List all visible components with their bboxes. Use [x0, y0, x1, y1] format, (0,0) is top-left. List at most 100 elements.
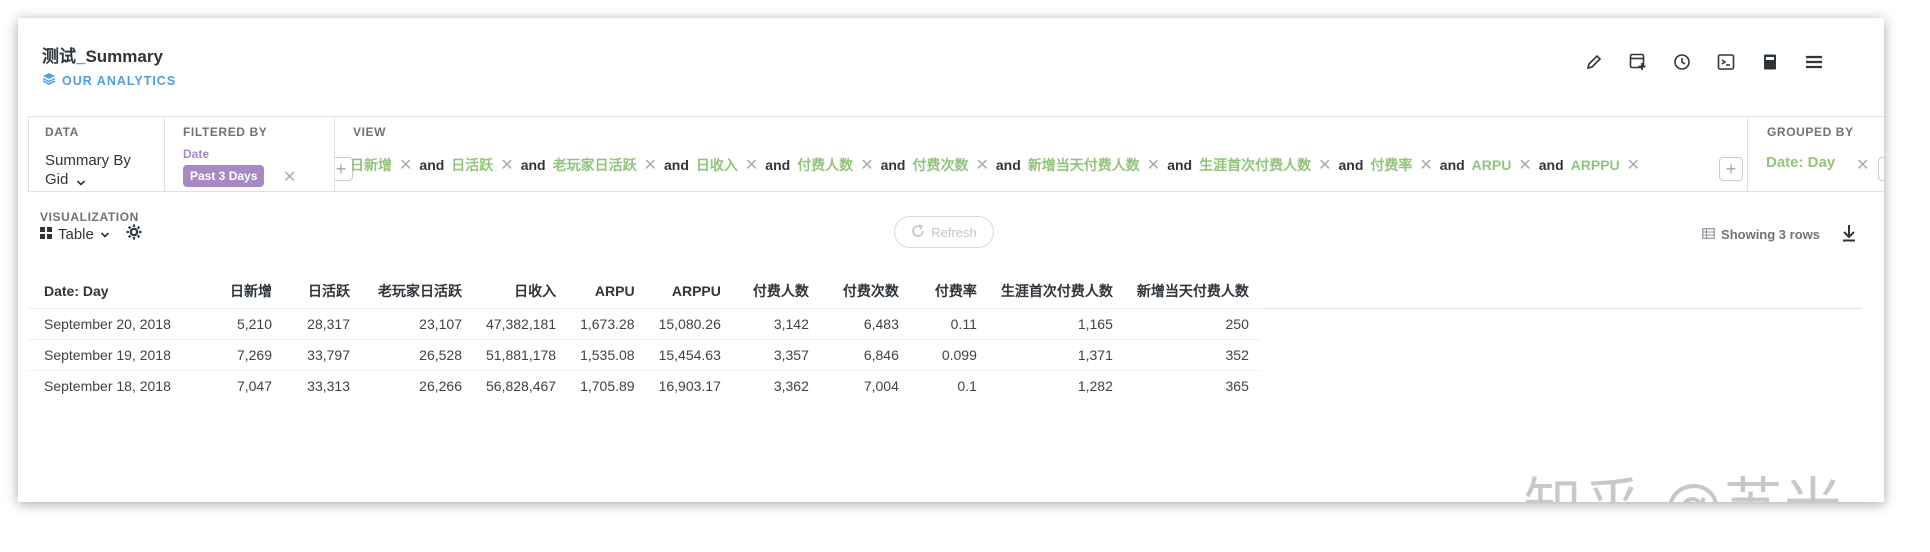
table-cell[interactable]: 47,382,181	[474, 308, 569, 340]
table-cell[interactable]: 3,362	[732, 370, 821, 401]
grouped-section: GROUPED BY Date: Day ✕ +	[1747, 117, 1884, 191]
and-connector: and	[419, 157, 445, 173]
metric-7[interactable]: 生涯首次付费人数	[1199, 155, 1311, 175]
column-header[interactable]: 新增当天付费人数	[1125, 274, 1261, 309]
pencil-icon[interactable]	[1584, 52, 1604, 72]
column-header[interactable]: ARPPU	[647, 274, 733, 309]
column-header[interactable]: 老玩家日活跃	[362, 274, 474, 309]
table-cell[interactable]: 15,080.26	[646, 308, 733, 340]
table-cell[interactable]: 1,282	[988, 370, 1125, 401]
table-cell[interactable]: 56,828,467	[474, 370, 569, 401]
add-to-dashboard-icon[interactable]	[1628, 52, 1648, 72]
table-cell[interactable]: 1,165	[988, 308, 1125, 340]
view-section: VIEW + 日新增 ✕ and 日活跃 ✕ and 老玩家日活跃 ✕ and 日收入 ✕ and 付费…	[335, 117, 1747, 191]
column-header[interactable]: 日收入	[474, 274, 568, 309]
remove-metric-icon[interactable]: ✕	[1419, 155, 1432, 175]
table-cell[interactable]: September 20, 2018	[28, 308, 204, 340]
header-toolbar	[1584, 52, 1824, 72]
metric-10[interactable]: ARPPU	[1571, 157, 1620, 173]
remove-metric-icon[interactable]: ✕	[860, 155, 873, 175]
table-cell[interactable]: 7,269	[204, 339, 284, 371]
view-label: VIEW	[353, 125, 387, 139]
collection-link[interactable]: OUR ANALYTICS	[42, 72, 176, 89]
metric-3[interactable]: 日收入	[696, 155, 738, 175]
gear-icon[interactable]	[126, 224, 142, 244]
remove-metric-icon[interactable]: ✕	[1518, 155, 1531, 175]
and-connector: and	[1338, 157, 1364, 173]
table-cell[interactable]: 3,142	[732, 308, 821, 340]
remove-metric-icon[interactable]: ✕	[644, 155, 657, 175]
column-header[interactable]: 付费率	[911, 274, 989, 309]
remove-metric-icon[interactable]: ✕	[1627, 155, 1640, 175]
filter-pill[interactable]: Past 3 Days	[183, 165, 265, 187]
table-cell[interactable]: 26,528	[362, 339, 474, 371]
table-cell[interactable]: 7,004	[820, 370, 911, 401]
table-cell[interactable]: 1,705.89	[568, 370, 647, 401]
metric-8[interactable]: 付费率	[1370, 155, 1412, 175]
column-header[interactable]: 付费次数	[821, 274, 911, 309]
table-cell[interactable]: 6,483	[820, 308, 911, 340]
metric-5[interactable]: 付费次数	[912, 155, 968, 175]
remove-filter-icon[interactable]: ✕	[283, 167, 296, 187]
table-cell[interactable]: 0.1	[910, 370, 989, 401]
table-cell[interactable]: 1,371	[988, 339, 1125, 371]
table-cell[interactable]: 7,047	[204, 370, 284, 401]
table-cell[interactable]: 0.11	[910, 308, 989, 340]
remove-metric-icon[interactable]: ✕	[399, 155, 412, 175]
data-section[interactable]: DATA Summary By Gid	[29, 117, 165, 191]
table-cell[interactable]: September 18, 2018	[28, 370, 204, 401]
table-cell[interactable]: September 19, 2018	[28, 339, 204, 371]
remove-metric-icon[interactable]: ✕	[1318, 155, 1331, 175]
metric-1[interactable]: 日活跃	[451, 155, 493, 175]
table-cell[interactable]: 352	[1124, 339, 1261, 371]
history-icon[interactable]	[1672, 52, 1692, 72]
table-cell[interactable]: 3,357	[732, 339, 821, 371]
table-cell[interactable]: 26,266	[362, 370, 474, 401]
column-header[interactable]: 生涯首次付费人数	[989, 274, 1125, 309]
table-cell[interactable]: 6,846	[820, 339, 911, 371]
refresh-icon	[911, 223, 925, 241]
table-cell[interactable]: 15,454.63	[646, 339, 733, 371]
metric-2[interactable]: 老玩家日活跃	[553, 155, 637, 175]
table-cell[interactable]: 0.099	[910, 339, 989, 371]
menu-icon[interactable]	[1804, 52, 1824, 72]
data-source[interactable]: Summary By Gid	[45, 151, 155, 189]
column-header[interactable]: 日活跃	[284, 274, 362, 309]
table-cell[interactable]: 28,317	[284, 308, 362, 340]
visualization-picker[interactable]: Table	[40, 224, 142, 244]
table-row: September 19, 2018 7,269 33,797 26,528 51,88…	[28, 339, 1261, 371]
metric-0[interactable]: 日新增	[350, 155, 392, 175]
remove-metric-icon[interactable]: ✕	[500, 155, 513, 175]
remove-metric-icon[interactable]: ✕	[975, 155, 988, 175]
download-icon[interactable]	[1842, 224, 1856, 247]
table-cell[interactable]: 33,797	[284, 339, 362, 371]
refresh-button[interactable]: Refresh	[894, 216, 994, 248]
add-metric-icon[interactable]: +	[1719, 157, 1743, 181]
bookmark-icon[interactable]	[1760, 52, 1780, 72]
metric-9[interactable]: ARPU	[1472, 157, 1512, 173]
add-group-icon[interactable]: +	[1878, 157, 1884, 181]
column-header[interactable]: ARPU	[568, 274, 647, 309]
table-cell[interactable]: 33,313	[284, 370, 362, 401]
table-cell[interactable]: 1,673.28	[568, 308, 647, 340]
metric-4[interactable]: 付费人数	[797, 155, 853, 175]
grouped-by-value[interactable]: Date: Day	[1766, 154, 1835, 171]
remove-metric-icon[interactable]: ✕	[745, 155, 758, 175]
column-header[interactable]: 付费人数	[733, 274, 821, 309]
column-header[interactable]: Date: Day	[28, 274, 204, 309]
remove-metric-icon[interactable]: ✕	[1147, 155, 1160, 175]
column-header[interactable]: 日新增	[204, 274, 284, 309]
question-title[interactable]: 测试_Summary	[42, 42, 163, 67]
table-cell[interactable]: 250	[1124, 308, 1261, 340]
table-cell[interactable]: 16,903.17	[646, 370, 733, 401]
table-cell[interactable]: 5,210	[204, 308, 284, 340]
table-cell[interactable]: 51,881,178	[474, 339, 569, 371]
sql-console-icon[interactable]	[1716, 52, 1736, 72]
table-cell[interactable]: 365	[1124, 370, 1261, 401]
metric-6[interactable]: 新增当天付费人数	[1028, 155, 1140, 175]
question-card: 测试_Summary OUR ANALYTICS DATA Summary By…	[18, 18, 1884, 502]
table-cell[interactable]: 1,535.08	[568, 339, 647, 371]
remove-group-icon[interactable]: ✕	[1856, 155, 1869, 175]
watermark: 知乎 @苏米	[1524, 458, 1844, 502]
table-cell[interactable]: 23,107	[362, 308, 474, 340]
